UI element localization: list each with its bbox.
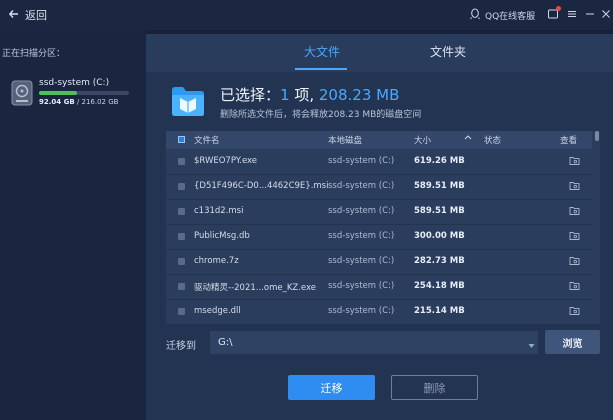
column-status[interactable]: 状态 — [484, 134, 501, 146]
row-checkbox[interactable] — [178, 208, 185, 215]
selection-description: 删除所选文件后，将会释放208.23 MB的磁盘空间 — [220, 110, 422, 120]
file-name: PublicMsg.db — [194, 231, 250, 241]
file-size: 589.51 MB — [414, 181, 465, 191]
table-row[interactable]: 驱动精灵--2021...ome_KZ.exe ssd-system (C:) 25… — [166, 274, 592, 300]
row-checkbox[interactable] — [178, 283, 185, 290]
row-checkbox[interactable] — [178, 233, 185, 240]
tab-folders[interactable]: 文件夹 — [430, 43, 466, 60]
selection-prefix: 已选择： — [220, 86, 281, 104]
qq-penguin-icon — [469, 8, 481, 23]
row-checkbox[interactable] — [178, 183, 185, 190]
file-name: c131d2.msi — [194, 206, 244, 216]
sort-arrow-icon[interactable] — [464, 134, 472, 145]
table-row[interactable]: c131d2.msi ssd-system (C:) 589.51 MB — [166, 199, 592, 225]
back-label: 返回 — [25, 9, 47, 22]
menu-icon[interactable] — [566, 8, 578, 20]
drive-name[interactable]: ssd-system (C:) — [39, 78, 109, 88]
file-name: {D51F496C-D0...4462C9E}.msi — [194, 181, 329, 191]
back-button[interactable]: 返回 — [8, 7, 47, 23]
file-table: 文件名 本地磁盘 大小 状态 查看 $RWEO7PY.exe ssd-system… — [166, 131, 600, 324]
notification-icon[interactable] — [547, 6, 561, 20]
scrollbar-thumb[interactable] — [595, 131, 599, 141]
delete-button[interactable]: 删除 — [391, 375, 478, 400]
view-folder-icon[interactable] — [569, 205, 580, 216]
view-folder-icon[interactable] — [569, 180, 580, 191]
selection-count: 1 — [280, 86, 290, 104]
close-icon[interactable] — [600, 8, 612, 20]
file-name: $RWEO7PY.exe — [194, 156, 258, 166]
file-disk: ssd-system (C:) — [328, 281, 395, 291]
view-folder-icon[interactable] — [569, 155, 580, 166]
table-row[interactable]: msedge.dll ssd-system (C:) 215.14 MB — [166, 299, 592, 324]
select-all-checkbox[interactable] — [178, 136, 185, 143]
tab-bar — [146, 34, 613, 72]
drive-total: 216.02 GB — [81, 98, 119, 106]
drive-size: 92.04 GB / 216.02 GB — [39, 98, 118, 106]
file-name: 驱动精灵--2021...ome_KZ.exe — [194, 283, 317, 293]
file-disk: ssd-system (C:) — [328, 156, 395, 166]
file-size: 589.51 MB — [414, 206, 465, 216]
folder-icon — [170, 84, 206, 118]
file-name: msedge.dll — [194, 306, 241, 316]
view-folder-icon[interactable] — [569, 305, 580, 316]
file-disk: ssd-system (C:) — [328, 206, 395, 216]
column-size[interactable]: 大小 — [414, 134, 431, 146]
file-disk: ssd-system (C:) — [328, 256, 395, 266]
hard-disk-icon — [11, 80, 33, 106]
file-disk: ssd-system (C:) — [328, 231, 395, 241]
column-name[interactable]: 文件名 — [194, 134, 220, 146]
view-folder-icon[interactable] — [569, 230, 580, 241]
table-row[interactable]: $RWEO7PY.exe ssd-system (C:) 619.26 MB — [166, 149, 592, 175]
file-disk: ssd-system (C:) — [328, 306, 395, 316]
file-size: 300.00 MB — [414, 231, 465, 241]
file-disk: ssd-system (C:) — [328, 181, 395, 191]
migrate-to-label: 迁移到 — [166, 341, 196, 352]
online-service-link[interactable]: QQ在线客服 — [469, 8, 535, 23]
migrate-button[interactable]: 迁移 — [288, 375, 375, 400]
table-row[interactable]: {D51F496C-D0...4462C9E}.msi ssd-system (C… — [166, 174, 592, 200]
selection-summary: 已选择：1 项, 208.23 MB — [220, 84, 399, 105]
service-label: QQ在线客服 — [485, 12, 536, 22]
chevron-down-icon[interactable] — [528, 339, 535, 348]
table-row[interactable]: chrome.7z ssd-system (C:) 282.73 MB — [166, 249, 592, 275]
file-name: chrome.7z — [194, 256, 239, 266]
row-checkbox[interactable] — [178, 158, 185, 165]
browse-button[interactable]: 浏览 — [545, 330, 600, 354]
table-row[interactable]: PublicMsg.db ssd-system (C:) 300.00 MB — [166, 224, 592, 250]
file-size: 282.73 MB — [414, 256, 465, 266]
file-size: 254.18 MB — [414, 281, 465, 291]
migrate-path-input[interactable] — [210, 331, 538, 354]
view-folder-icon[interactable] — [569, 255, 580, 266]
minimize-icon[interactable] — [584, 8, 596, 20]
view-folder-icon[interactable] — [569, 280, 580, 291]
row-checkbox[interactable] — [178, 308, 185, 315]
column-view: 查看 — [560, 136, 578, 146]
drive-used: 92.04 GB — [39, 98, 75, 106]
drive-usage-fill — [39, 91, 78, 95]
selection-unit: 项, — [289, 86, 319, 104]
selection-size: 208.23 MB — [318, 86, 400, 104]
file-size: 619.26 MB — [414, 156, 465, 166]
row-checkbox[interactable] — [178, 258, 185, 265]
file-size: 215.14 MB — [414, 306, 465, 316]
table-scrollbar[interactable] — [594, 131, 600, 324]
column-disk[interactable]: 本地磁盘 — [328, 134, 362, 146]
tab-large-files[interactable]: 大文件 — [304, 43, 340, 60]
arrow-left-icon — [8, 8, 20, 23]
table-header: 文件名 本地磁盘 大小 状态 查看 — [166, 131, 592, 149]
active-tab-indicator — [295, 68, 347, 70]
scan-label: 正在扫描分区： — [2, 49, 66, 59]
